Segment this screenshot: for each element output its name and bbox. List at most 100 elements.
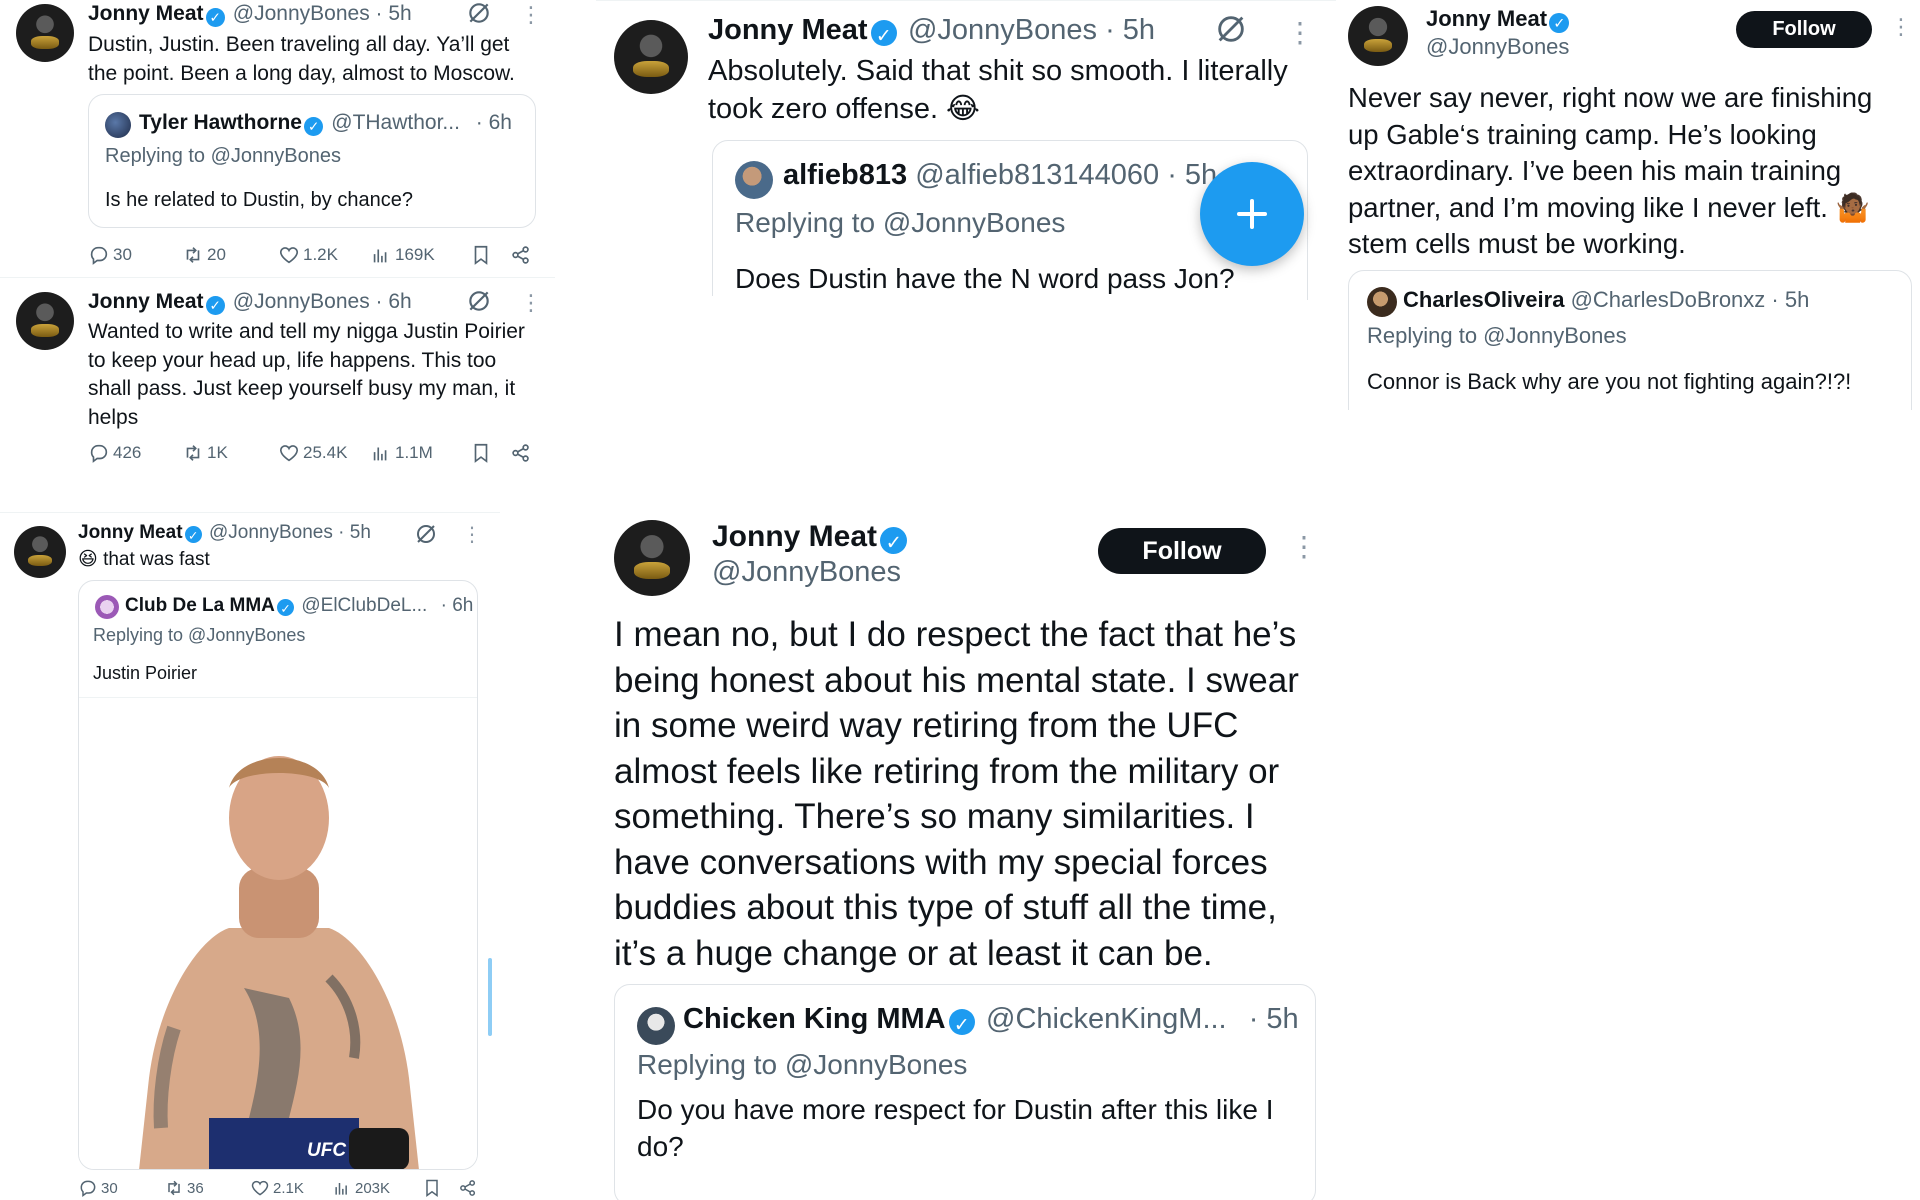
quote-author-handle[interactable]: @CharlesDoBronxz [1571, 287, 1766, 312]
like-button[interactable]: 2.1K [250, 1178, 332, 1198]
quoted-tweet[interactable]: Club De La MMA @ElClubDeL... · 6h Replyi… [78, 580, 478, 1170]
grok-icon[interactable] [1214, 12, 1248, 51]
avatar[interactable] [14, 526, 66, 578]
verified-icon [880, 527, 908, 555]
retweet-button[interactable]: 1K [182, 442, 278, 464]
compose-icon[interactable] [1200, 162, 1304, 266]
share-button[interactable] [510, 244, 532, 266]
verified-icon [870, 20, 897, 47]
more-icon[interactable]: ⋮ [520, 290, 542, 316]
author-handle[interactable]: @JonnyBones [1426, 34, 1569, 60]
avatar[interactable] [1348, 6, 1408, 66]
views-button[interactable]: 1.1M [370, 442, 470, 464]
quote-time: · 6h [440, 595, 474, 616]
quoted-tweet[interactable]: CharlesOliveira @CharlesDoBronxz · 5h Re… [1348, 270, 1912, 410]
grok-icon[interactable] [466, 0, 492, 31]
views-button[interactable]: 169K [370, 244, 470, 266]
author-handle[interactable]: @JonnyBones [908, 14, 1097, 46]
quote-author-handle[interactable]: @ElClubDeL... [301, 595, 427, 616]
quote-author-handle[interactable]: @ChickenKingM... [986, 1003, 1227, 1035]
tweet-panel-3: Jonny Meat @JonnyBones · 5h ⋮ Absolutely… [596, 0, 1336, 300]
avatar [1367, 287, 1397, 317]
author-name[interactable]: Jonny Meat [78, 522, 183, 543]
tweet-header: Jonny Meat @JonnyBones · 5h [708, 14, 1155, 47]
quote-author-name[interactable]: alfieb813 [783, 159, 907, 191]
bookmark-button[interactable] [470, 442, 510, 464]
quote-author-name[interactable]: CharlesOliveira [1403, 287, 1564, 312]
verified-icon [948, 1009, 975, 1036]
divider [0, 512, 500, 513]
reply-button[interactable]: 30 [78, 1178, 164, 1198]
quoted-tweet[interactable]: Chicken King MMA @ChickenKingM... · 5h R… [614, 984, 1316, 1200]
quote-header: Club De La MMA @ElClubDeL... · 6h [125, 595, 473, 617]
like-count: 1.2K [303, 245, 338, 264]
verified-icon [1549, 13, 1570, 34]
more-icon[interactable]: ⋮ [1890, 14, 1912, 40]
reply-button[interactable]: 30 [88, 244, 182, 266]
like-count: 25.4K [303, 443, 348, 462]
avatar[interactable] [614, 20, 688, 94]
author-name[interactable]: Jonny Meat [712, 520, 877, 553]
avatar [95, 595, 119, 619]
follow-button[interactable]: Follow [1098, 528, 1266, 574]
author-name[interactable]: Jonny Meat [708, 14, 868, 46]
retweet-button[interactable]: 36 [164, 1178, 250, 1198]
quote-author-handle[interactable]: @THawthor... [331, 111, 460, 134]
more-icon[interactable]: ⋮ [1290, 530, 1318, 563]
share-icon [458, 1178, 478, 1198]
quoted-tweet[interactable]: Tyler Hawthorne @THawthor... · 6h Replyi… [88, 94, 536, 228]
tweet-time[interactable]: · 6h [376, 290, 412, 313]
reply-button[interactable]: 426 [88, 442, 182, 464]
author-name[interactable]: Jonny Meat [88, 290, 204, 313]
like-count: 2.1K [273, 1179, 304, 1197]
retweet-button[interactable]: 20 [182, 244, 278, 266]
quote-author-handle[interactable]: @alfieb813144060 [915, 159, 1159, 191]
quote-time: · 5h [1771, 287, 1810, 312]
tweet-time[interactable]: · 5h [376, 2, 412, 25]
tweet-time[interactable]: · 5h [1105, 14, 1155, 46]
fade-edge [626, 296, 1306, 300]
follow-button[interactable]: Follow [1736, 11, 1872, 48]
grok-icon[interactable] [466, 288, 492, 319]
more-icon[interactable]: ⋮ [1286, 16, 1314, 49]
more-icon[interactable]: ⋮ [520, 2, 542, 28]
author-block: Jonny Meat [1426, 6, 1572, 34]
quote-author-name[interactable]: Chicken King MMA [683, 1003, 946, 1035]
like-icon [250, 1178, 270, 1198]
author-handle[interactable]: @JonnyBones [209, 522, 333, 543]
avatar[interactable] [614, 520, 690, 596]
tweet-panel-5: Jonny Meat @JonnyBones Follow ⋮ Never sa… [1340, 0, 1920, 410]
retweet-icon [182, 244, 204, 266]
quote-author-name[interactable]: Club De La MMA [125, 595, 275, 616]
author-handle[interactable]: @JonnyBones [233, 290, 370, 313]
retweet-count: 36 [187, 1179, 204, 1197]
tweet-panel-2: Jonny Meat @JonnyBones · 5h ⋮ 😆 that was… [0, 512, 500, 1200]
avatar[interactable] [16, 292, 74, 350]
verified-icon [184, 526, 202, 544]
quote-text: Is he related to Dustin, by chance? [105, 189, 413, 211]
scrollbar[interactable] [488, 958, 492, 1036]
views-icon [370, 244, 392, 266]
share-icon [510, 244, 532, 266]
avatar [735, 161, 773, 199]
fighter-photo[interactable]: UFC [79, 697, 477, 1169]
avatar[interactable] [16, 4, 74, 62]
grok-icon[interactable] [414, 522, 438, 551]
share-button[interactable] [510, 442, 532, 464]
author-handle[interactable]: @JonnyBones [233, 2, 370, 25]
author-name[interactable]: Jonny Meat [88, 2, 204, 25]
share-button[interactable] [458, 1178, 478, 1198]
tweet-time[interactable]: · 5h [338, 522, 371, 543]
bookmark-button[interactable] [422, 1178, 458, 1198]
views-button[interactable]: 203K [332, 1178, 422, 1198]
views-icon [332, 1178, 352, 1198]
more-icon[interactable]: ⋮ [462, 522, 482, 547]
author-name[interactable]: Jonny Meat [1426, 6, 1547, 31]
quote-author-name[interactable]: Tyler Hawthorne [139, 111, 302, 134]
like-button[interactable]: 25.4K [278, 442, 370, 464]
bookmark-button[interactable] [470, 244, 510, 266]
retweet-icon [182, 442, 204, 464]
quote-header: alfieb813 @alfieb813144060 · 5h [783, 159, 1217, 192]
author-handle[interactable]: @JonnyBones [712, 556, 901, 589]
like-button[interactable]: 1.2K [278, 244, 370, 266]
